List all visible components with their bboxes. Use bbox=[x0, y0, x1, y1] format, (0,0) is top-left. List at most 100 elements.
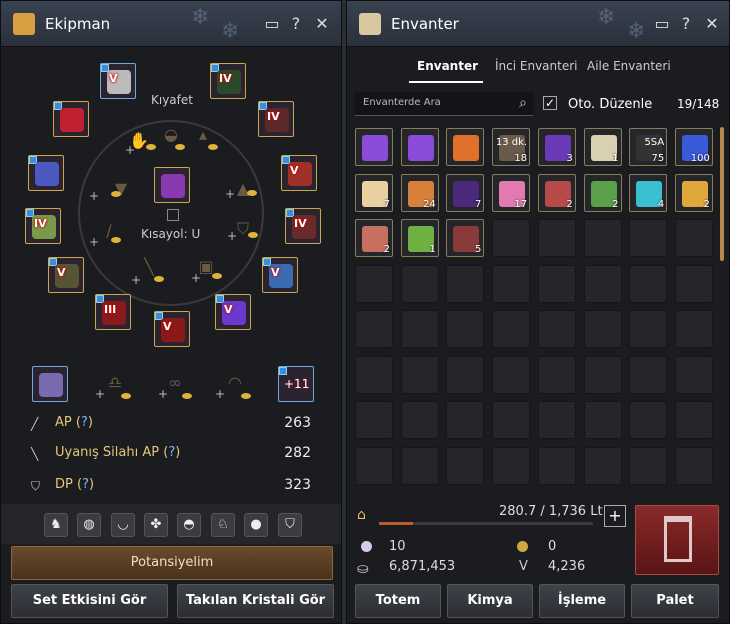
pet-gloves-slot[interactable]: V bbox=[154, 311, 190, 347]
helmet-slot[interactable]: V bbox=[100, 63, 136, 99]
help-icon[interactable]: ? bbox=[287, 15, 305, 33]
mask-icon[interactable]: ◍ bbox=[77, 513, 101, 537]
inventory-slot[interactable]: 3 bbox=[537, 128, 576, 166]
inventory-slot[interactable] bbox=[446, 264, 485, 303]
inventory-slot[interactable] bbox=[583, 264, 622, 303]
horse2-icon[interactable]: ♘ bbox=[211, 513, 235, 537]
center-box-slot[interactable] bbox=[154, 167, 190, 203]
inventory-slot[interactable] bbox=[629, 219, 668, 257]
add-weight-button[interactable]: + bbox=[604, 505, 626, 527]
belt-slot[interactable]: V bbox=[48, 257, 84, 293]
inventory-slot[interactable] bbox=[492, 401, 531, 439]
close-icon[interactable]: ✕ bbox=[313, 15, 331, 33]
inventory-slot[interactable] bbox=[583, 310, 622, 348]
inventory-slot[interactable]: 5 bbox=[446, 219, 485, 257]
inventory-slot[interactable] bbox=[537, 446, 576, 485]
inventory-slot[interactable] bbox=[400, 310, 439, 348]
note-icon[interactable]: ▭ bbox=[653, 15, 671, 33]
search-input[interactable]: Envanterde Ara ⌕ bbox=[355, 92, 533, 116]
inventory-slot[interactable] bbox=[492, 355, 531, 394]
processing-button[interactable]: İşleme bbox=[539, 584, 625, 618]
crystal-button[interactable]: Takılan Kristali Gör bbox=[177, 584, 334, 618]
inventory-slot[interactable] bbox=[537, 219, 576, 257]
inventory-slot[interactable]: 17 bbox=[492, 173, 531, 212]
inventory-slot[interactable] bbox=[583, 446, 622, 485]
inventory-slot[interactable] bbox=[446, 310, 485, 348]
inventory-slot[interactable]: 1 bbox=[583, 128, 622, 166]
inventory-slot[interactable] bbox=[492, 310, 531, 348]
inventory-slot[interactable] bbox=[629, 264, 668, 303]
inventory-slot[interactable] bbox=[674, 401, 713, 439]
inventory-slot[interactable]: 2 bbox=[674, 173, 713, 212]
inventory-slot[interactable]: 18 13 dk. bbox=[492, 128, 531, 166]
inventory-slot[interactable]: 24 bbox=[400, 173, 439, 212]
paw-icon[interactable]: ✤ bbox=[144, 513, 168, 537]
help-icon[interactable]: ? bbox=[168, 445, 175, 460]
inventory-slot[interactable]: 7 bbox=[355, 173, 393, 212]
inventory-slot[interactable] bbox=[492, 264, 531, 303]
inventory-slot[interactable] bbox=[400, 355, 439, 394]
inventory-slot[interactable] bbox=[674, 219, 713, 257]
inventory-slot[interactable] bbox=[400, 264, 439, 303]
totem-button[interactable]: Totem bbox=[355, 584, 441, 618]
awakening-weapon-slot[interactable]: III bbox=[95, 294, 131, 330]
armor-slot[interactable]: IV bbox=[210, 63, 246, 99]
main-weapon-slot[interactable]: IV bbox=[25, 208, 61, 244]
inventory-slot[interactable] bbox=[355, 128, 393, 166]
horse-icon[interactable]: ♞ bbox=[44, 513, 68, 537]
inventory-slot[interactable]: 75 5SA bbox=[629, 128, 668, 166]
help-icon[interactable]: ? bbox=[677, 15, 695, 33]
helmet-icon[interactable]: ◓ bbox=[177, 513, 201, 537]
help-icon[interactable]: ? bbox=[81, 415, 88, 430]
inventory-slot[interactable] bbox=[583, 401, 622, 439]
inventory-slot[interactable] bbox=[674, 264, 713, 303]
inventory-slot[interactable]: 2 bbox=[355, 219, 393, 257]
inventory-slot[interactable] bbox=[400, 446, 439, 485]
palette-button[interactable]: Palet bbox=[631, 584, 719, 618]
inventory-slot[interactable]: 4 bbox=[629, 173, 668, 212]
inventory-slot[interactable] bbox=[537, 310, 576, 348]
gloves-slot[interactable]: IV bbox=[258, 101, 294, 137]
inventory-slot[interactable] bbox=[355, 355, 393, 394]
trash-button[interactable] bbox=[635, 505, 719, 575]
enhance-slot[interactable]: +11 bbox=[278, 366, 314, 402]
plus-icon[interactable]: + bbox=[95, 387, 105, 401]
inventory-slot[interactable] bbox=[400, 401, 439, 439]
inventory-slot[interactable] bbox=[629, 401, 668, 439]
inventory-slot[interactable] bbox=[674, 310, 713, 348]
inventory-slot[interactable] bbox=[355, 446, 393, 485]
ring-right-slot[interactable]: V bbox=[281, 155, 317, 191]
inventory-slot[interactable] bbox=[400, 128, 439, 166]
scrollbar[interactable] bbox=[720, 127, 724, 261]
inventory-slot[interactable]: 2 bbox=[583, 173, 622, 212]
inventory-slot[interactable] bbox=[583, 219, 622, 257]
user-icon[interactable]: ● bbox=[244, 513, 268, 537]
inventory-slot[interactable] bbox=[446, 401, 485, 439]
earring-slot[interactable]: V bbox=[262, 257, 298, 293]
necklace-slot[interactable] bbox=[53, 101, 89, 137]
inventory-slot[interactable] bbox=[537, 355, 576, 394]
inventory-slot[interactable] bbox=[446, 128, 485, 166]
inventory-slot[interactable] bbox=[355, 310, 393, 348]
tab-pearl-inventory[interactable]: İnci Envanteri bbox=[495, 59, 578, 73]
tab-family-inventory[interactable]: Aile Envanteri bbox=[587, 59, 671, 73]
shield-icon[interactable]: ⛉ bbox=[278, 513, 302, 537]
shoes-slot[interactable]: IV bbox=[285, 208, 321, 244]
inventory-slot[interactable] bbox=[492, 219, 531, 257]
sub-weapon-slot[interactable]: V bbox=[215, 294, 251, 330]
inventory-slot[interactable] bbox=[355, 401, 393, 439]
note-icon[interactable]: ▭ bbox=[263, 15, 281, 33]
set-effect-button[interactable]: Set Etkisini Gör bbox=[11, 584, 168, 618]
help-icon[interactable]: ? bbox=[82, 477, 89, 492]
artifact-book-slot[interactable] bbox=[32, 366, 68, 402]
inventory-slot[interactable]: 1 bbox=[400, 219, 439, 257]
inventory-slot[interactable] bbox=[674, 355, 713, 394]
plus-icon[interactable]: + bbox=[158, 387, 168, 401]
ring-left-slot[interactable] bbox=[28, 155, 64, 191]
alchemy-button[interactable]: Kimya bbox=[447, 584, 533, 618]
inventory-slot[interactable] bbox=[355, 264, 393, 303]
inventory-slot[interactable] bbox=[674, 446, 713, 485]
inventory-slot[interactable] bbox=[629, 446, 668, 485]
inventory-slot[interactable] bbox=[446, 446, 485, 485]
inventory-slot[interactable] bbox=[583, 355, 622, 394]
